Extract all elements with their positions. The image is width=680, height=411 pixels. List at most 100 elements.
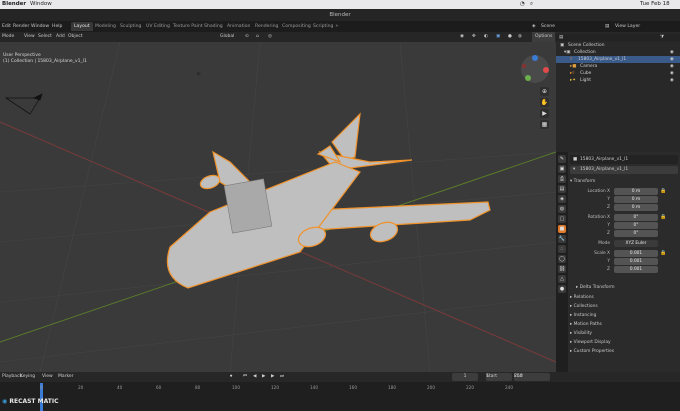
menu-edit[interactable]: Edit	[2, 21, 11, 32]
view-layer-selector[interactable]: View Layer	[615, 21, 640, 32]
section-motion-paths[interactable]: ▸ Motion Paths	[570, 322, 602, 327]
data-tab-icon[interactable]: △	[558, 275, 566, 283]
eye-icon[interactable]: ◉	[670, 63, 674, 70]
snap-icon[interactable]: ⌂	[256, 32, 259, 42]
current-frame-field[interactable]: 1	[452, 373, 478, 381]
section-delta-transform[interactable]: ▸ Delta Transform	[576, 285, 615, 290]
eye-icon[interactable]: ◉	[670, 56, 674, 63]
location-x-field[interactable]: 0 m	[614, 188, 658, 195]
scene-tab-icon[interactable]: ◈	[558, 195, 566, 203]
output-tab-icon[interactable]: ⎙	[558, 175, 566, 183]
outliner-item-airplane[interactable]: ▿ 15803_Airplane_v1_l1 ◉	[556, 56, 680, 63]
lock-icon[interactable]: 🔒	[660, 188, 666, 194]
outliner-funnel-icon[interactable]: ⧩	[660, 34, 664, 41]
menu-help[interactable]: Help	[52, 21, 62, 32]
modifier-tab-icon[interactable]: 🔧	[558, 235, 566, 243]
pan-hand-icon[interactable]: ✋	[540, 98, 549, 107]
record-icon[interactable]: ⏺	[230, 372, 232, 382]
ortho-grid-icon[interactable]: ▦	[540, 120, 549, 129]
section-relations[interactable]: ▸ Relations	[570, 295, 594, 300]
shading-solid-icon[interactable]: ●	[508, 32, 512, 42]
tab-uv-editing[interactable]: UV Editing	[143, 22, 173, 31]
marker-menu[interactable]: Marker	[58, 372, 74, 382]
add-menu[interactable]: Add	[56, 32, 65, 42]
visibility-icon[interactable]: ◉	[460, 32, 464, 42]
search-icon[interactable]: ⌕	[530, 0, 533, 9]
outliner-filter-icon[interactable]: ▤	[559, 34, 563, 41]
keying-menu[interactable]: Keying	[20, 372, 35, 382]
tab-animation[interactable]: Animation	[224, 22, 253, 31]
camera-object[interactable]	[4, 93, 43, 115]
viewport-scene[interactable]: ✳	[0, 42, 556, 372]
section-instancing[interactable]: ▸ Instancing	[570, 313, 596, 318]
zoom-icon[interactable]: ⊕	[540, 87, 549, 96]
outliner-item-light[interactable]: ▸✦ Light ◉	[556, 77, 680, 84]
scale-y-field[interactable]: 0.001	[614, 258, 658, 265]
location-z-field[interactable]: 0 m	[614, 204, 658, 211]
particles-tab-icon[interactable]: ∴	[558, 245, 566, 253]
scale-x-field[interactable]: 0.001	[614, 250, 658, 257]
airplane-mesh[interactable]	[166, 112, 491, 289]
rotation-y-field[interactable]: 0°	[614, 222, 658, 229]
section-viewport-display[interactable]: ▸ Viewport Display	[570, 340, 611, 345]
transform-section-header[interactable]: ▾ Transform	[570, 179, 595, 184]
jump-start-icon[interactable]: ⏮	[243, 372, 247, 382]
timeline-view-menu[interactable]: View	[42, 372, 53, 382]
tab-rendering[interactable]: Rendering	[252, 22, 281, 31]
proportional-icon[interactable]: ◎	[268, 32, 272, 42]
outliner-item-camera[interactable]: ▸■ Camera ◉	[556, 63, 680, 70]
world-tab-icon[interactable]: ◍	[558, 205, 566, 213]
camera-view-icon[interactable]: ▶	[540, 109, 549, 118]
next-key-icon[interactable]: ▶	[271, 372, 274, 382]
pivot-icon[interactable]: ⊙	[245, 32, 249, 42]
add-workspace-button[interactable]: +	[332, 22, 342, 31]
jump-end-icon[interactable]: ⏭	[280, 372, 284, 382]
collection-tab-icon[interactable]: ▢	[558, 215, 566, 223]
prev-key-icon[interactable]: ◀	[253, 372, 256, 382]
section-custom-properties[interactable]: ▸ Custom Properties	[570, 349, 614, 354]
overlay-icon[interactable]: ◐	[484, 32, 488, 42]
material-tab-icon[interactable]: ●	[558, 285, 566, 293]
view-menu[interactable]: View	[24, 32, 35, 42]
end-frame-field[interactable]: End 250	[514, 373, 550, 381]
tab-modeling[interactable]: Modeling	[92, 22, 119, 31]
outliner-collection[interactable]: ▾▣ Collection ◉	[556, 49, 680, 56]
tool-tab-icon[interactable]: ✎	[558, 155, 566, 163]
view-layer-tab-icon[interactable]: ▤	[558, 185, 566, 193]
rotation-x-field[interactable]: 0°	[614, 214, 658, 221]
cube-object[interactable]	[223, 178, 273, 234]
eye-icon[interactable]: ◉	[670, 70, 674, 77]
light-icon[interactable]: ✳	[196, 71, 201, 78]
shading-material-icon[interactable]: ◍	[518, 32, 522, 42]
outliner-scene-collection[interactable]: ▣ Scene Collection	[556, 42, 680, 49]
lock-icon[interactable]: 🔒	[660, 214, 666, 220]
object-tab-icon[interactable]: ■	[558, 225, 566, 233]
scene-selector[interactable]: Scene	[541, 21, 555, 32]
section-visibility[interactable]: ▸ Visibility	[570, 331, 592, 336]
gizmo-icon[interactable]: ✥	[472, 32, 476, 42]
tab-layout[interactable]: Layout	[71, 22, 93, 31]
options-dropdown[interactable]: Options	[532, 32, 556, 42]
eye-icon[interactable]: ◉	[670, 77, 674, 84]
section-collections[interactable]: ▸ Collections	[570, 304, 598, 309]
outliner-item-cube[interactable]: ▸▿ Cube ◉	[556, 70, 680, 77]
physics-tab-icon[interactable]: ◯	[558, 255, 566, 263]
navigation-gizmo[interactable]	[520, 54, 550, 84]
tab-compositing[interactable]: Compositing	[279, 22, 314, 31]
object-name-field[interactable]: ▾ 15803_Airplane_v1_l1	[570, 166, 678, 174]
start-frame-field[interactable]: Start 1	[486, 373, 512, 381]
lock-icon[interactable]: 🔒	[660, 250, 666, 256]
constraints-tab-icon[interactable]: ⛓	[558, 265, 566, 273]
rotation-mode-dropdown[interactable]: XYZ Euler	[614, 240, 658, 247]
tab-shading[interactable]: Shading	[201, 22, 226, 31]
mac-app-name[interactable]: Blender	[2, 0, 26, 9]
orientation-dropdown[interactable]: Global	[220, 32, 234, 42]
play-icon[interactable]: ▶	[262, 372, 265, 382]
eye-icon[interactable]: ◉	[670, 49, 674, 56]
mode-dropdown[interactable]: Mode	[2, 32, 14, 42]
3d-viewport[interactable]: ✳ User Perspective (1) Collection | 1580…	[0, 42, 556, 372]
menu-render[interactable]: Render	[13, 21, 29, 32]
menu-window[interactable]: Window	[31, 21, 49, 32]
object-menu[interactable]: Object	[68, 32, 83, 42]
select-menu[interactable]: Select	[38, 32, 52, 42]
